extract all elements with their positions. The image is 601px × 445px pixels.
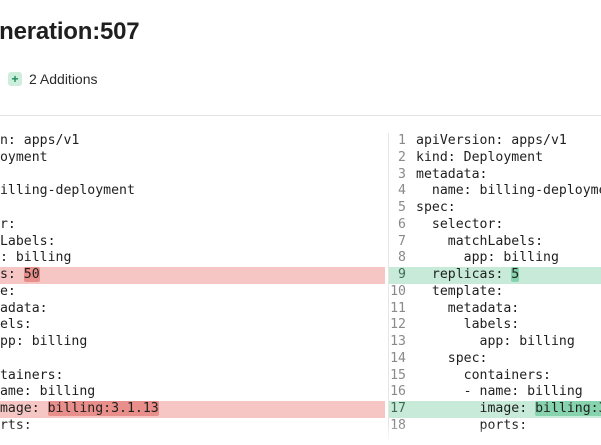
code-text: replicas:: [416, 267, 512, 282]
code-text: spec:: [416, 200, 456, 215]
code-text: image:: [416, 401, 536, 416]
code-text: on: apps/v1: [0, 133, 80, 148]
line-number: 10: [390, 283, 406, 299]
line-number: 1: [398, 133, 406, 148]
code-text: tadata:: [0, 300, 48, 316]
code-text: ntainers:: [0, 367, 64, 383]
code-text: hLabels:: [0, 233, 56, 249]
removed-text-highlight: billing:3.1.13: [47, 401, 159, 416]
header-divider: [0, 115, 601, 116]
code-line: 7 matchLabels:: [389, 234, 601, 251]
line-number: 6: [398, 216, 406, 232]
line-number: 17: [390, 401, 406, 416]
code-text: - name: billing: [416, 384, 583, 400]
code-text: selector:: [416, 216, 504, 232]
code-text: metadata:: [416, 300, 520, 316]
line-number: 5: [398, 200, 406, 215]
line-number: 14: [390, 350, 406, 366]
added-line: 17 image: billing:3.2.0: [389, 401, 601, 418]
code-line: 16 - name: billing: [389, 384, 601, 401]
line-number: 11: [390, 300, 406, 316]
code-line: on: apps/v1: [0, 133, 385, 150]
code-line: te:: [0, 284, 385, 301]
diff-summary: + 2 Additions: [8, 69, 98, 89]
additions-count: 2 Additions: [29, 71, 98, 87]
code-line: 2 kind: Deployment: [389, 150, 601, 167]
code-line: 1 apiVersion: apps/v1: [389, 133, 601, 150]
code-line: 12 labels:: [389, 317, 601, 334]
code-text: bels:: [0, 317, 32, 333]
line-number: 12: [390, 317, 406, 333]
code-text: or:: [0, 216, 16, 232]
code-line: 11 metadata:: [389, 301, 601, 318]
line-number: 8: [398, 250, 406, 266]
line-number: 16: [390, 384, 406, 400]
bottom-fade: [0, 425, 601, 445]
added-line: 9 replicas: 5: [389, 267, 601, 284]
code-line: app: billing: [0, 334, 385, 351]
code-text: matchLabels:: [416, 233, 544, 249]
diff-pane-modified[interactable]: 1 apiVersion: apps/v1 2 kind: Deployment 3 me…: [388, 133, 601, 445]
added-text-highlight: billing:3.2.0: [535, 401, 601, 416]
code-line: bels:: [0, 317, 385, 334]
diff-pane-original[interactable]: on: apps/v1loyment billing-deployment or:h…: [0, 133, 385, 445]
code-text: kind: Deployment: [416, 149, 544, 165]
code-line: 14 spec:: [389, 351, 601, 368]
line-number: 7: [398, 233, 406, 249]
code-text: template:: [416, 283, 504, 299]
code-text: spec:: [416, 350, 488, 366]
line-number: 2: [398, 149, 406, 165]
code-text: te:: [0, 283, 16, 299]
removed-line: image: billing:3.1.13: [0, 401, 385, 418]
code-text: apiVersion: apps/v1: [416, 133, 567, 148]
code-text: app: billing: [416, 250, 559, 266]
code-line: ntainers:: [0, 368, 385, 385]
code-line: 6 selector:: [389, 217, 601, 234]
code-line: 10 template:: [389, 284, 601, 301]
code-text: p: billing: [0, 250, 72, 266]
line-number: 4: [398, 183, 406, 199]
code-line: 15 containers:: [389, 368, 601, 385]
code-text: image:: [0, 401, 40, 416]
plus-icon: +: [8, 72, 22, 86]
code-line: 13 app: billing: [389, 334, 601, 351]
code-line: billing-deployment: [0, 183, 385, 200]
code-line: 3 metadata:: [389, 167, 601, 184]
code-line: 4 name: billing-deployment: [389, 183, 601, 200]
removed-line: as: 50: [0, 267, 385, 284]
code-text: as:: [0, 267, 16, 282]
code-line: or:: [0, 217, 385, 234]
line-number: 3: [398, 166, 406, 182]
added-text-highlight: 5: [511, 267, 520, 282]
code-text: loyment: [0, 149, 48, 165]
code-line: p: billing: [0, 250, 385, 267]
code-text: billing-deployment: [0, 183, 135, 199]
code-line: hLabels:: [0, 234, 385, 251]
page-title: eneration:507: [0, 18, 140, 45]
code-line: 8 app: billing: [389, 250, 601, 267]
line-number: 15: [390, 367, 406, 383]
code-line: 5 spec:: [389, 200, 601, 217]
code-text: containers:: [416, 367, 551, 383]
line-number: 9: [398, 267, 406, 282]
line-number: 13: [390, 334, 406, 349]
code-text: labels:: [416, 317, 520, 333]
removed-text-highlight: 50: [23, 267, 40, 282]
code-line: tadata:: [0, 301, 385, 318]
code-text: name: billing-deployment: [431, 183, 601, 199]
code-text: metadata:: [416, 166, 488, 182]
code-text: app: billing: [416, 334, 575, 349]
code-line: loyment: [0, 150, 385, 167]
code-text: app: billing: [0, 334, 88, 349]
code-text: name: billing: [0, 384, 96, 400]
code-line: name: billing: [0, 384, 385, 401]
